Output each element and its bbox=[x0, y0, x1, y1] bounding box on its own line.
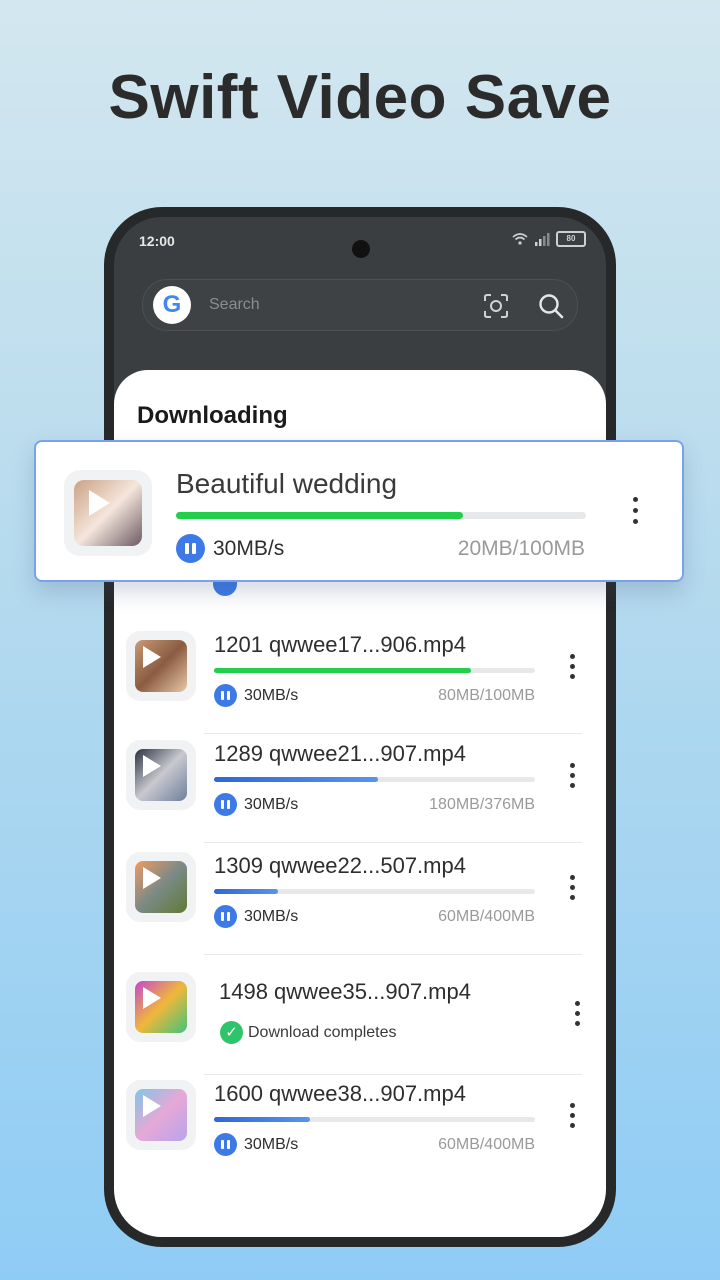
more-options-icon[interactable] bbox=[570, 763, 576, 789]
progress-bar bbox=[214, 668, 535, 673]
file-name: 1498 qwwee35...907.mp4 bbox=[219, 979, 471, 1004]
download-speed: 30MB/s bbox=[244, 908, 299, 925]
signal-icon bbox=[535, 233, 550, 246]
play-icon bbox=[143, 646, 161, 668]
progress-fill bbox=[176, 512, 463, 519]
status-bar: 12:00 80 bbox=[114, 217, 606, 265]
progress-fill bbox=[214, 777, 378, 782]
wifi-icon bbox=[512, 233, 528, 245]
play-icon bbox=[143, 755, 161, 777]
featured-download-card[interactable]: Beautiful wedding 30MB/s 20MB/100MB bbox=[34, 440, 684, 582]
sheet-title: Downloading bbox=[137, 402, 288, 429]
download-status: Download completes bbox=[248, 1024, 397, 1041]
more-options-icon[interactable] bbox=[570, 654, 576, 680]
video-thumbnail[interactable] bbox=[126, 740, 196, 810]
front-camera bbox=[352, 240, 370, 258]
progress-bar bbox=[214, 777, 535, 782]
progress-fill bbox=[214, 668, 471, 673]
status-icons: 80 bbox=[512, 231, 586, 247]
download-size: 180MB/376MB bbox=[429, 796, 535, 813]
video-thumbnail[interactable] bbox=[126, 852, 196, 922]
check-icon: ✓ bbox=[220, 1021, 243, 1044]
search-input[interactable]: Search bbox=[209, 296, 260, 314]
download-size: 60MB/400MB bbox=[438, 1136, 535, 1153]
file-name: 1309 qwwee22...507.mp4 bbox=[214, 853, 466, 878]
download-row[interactable]: 1309 qwwee22...507.mp4 30MB/s 60MB/400MB bbox=[114, 847, 606, 955]
pause-icon[interactable] bbox=[213, 580, 237, 596]
pause-icon[interactable] bbox=[214, 1133, 237, 1156]
download-row[interactable]: 1289 qwwee21...907.mp4 30MB/s 180MB/376MB bbox=[114, 735, 606, 843]
video-thumbnail[interactable] bbox=[126, 1080, 196, 1150]
video-title: Beautiful wedding bbox=[176, 468, 398, 499]
status-time: 12:00 bbox=[139, 233, 175, 249]
file-name: 1600 qwwee38...907.mp4 bbox=[214, 1081, 466, 1106]
download-row[interactable]: 1498 qwwee35...907.mp4 ✓ Download complete… bbox=[114, 967, 606, 1075]
more-options-icon[interactable] bbox=[575, 1001, 581, 1027]
divider bbox=[204, 733, 582, 734]
lens-icon[interactable] bbox=[483, 293, 509, 319]
download-speed: 30MB/s bbox=[244, 796, 299, 813]
download-size: 60MB/400MB bbox=[438, 908, 535, 925]
download-row[interactable]: 1600 qwwee38...907.mp4 30MB/s 60MB/400MB bbox=[114, 1075, 606, 1183]
play-icon bbox=[89, 490, 110, 516]
play-icon bbox=[143, 1095, 161, 1117]
more-options-icon[interactable] bbox=[570, 875, 576, 901]
progress-bar bbox=[176, 512, 586, 519]
progress-bar bbox=[214, 889, 535, 894]
pause-icon[interactable] bbox=[214, 905, 237, 928]
video-thumbnail[interactable] bbox=[126, 631, 196, 701]
pause-icon[interactable] bbox=[214, 793, 237, 816]
google-logo: G bbox=[153, 286, 191, 324]
search-icon[interactable] bbox=[537, 292, 565, 320]
file-name: 1289 qwwee21...907.mp4 bbox=[214, 741, 466, 766]
divider bbox=[204, 954, 582, 955]
download-speed: 30MB/s bbox=[213, 537, 285, 560]
download-size: 80MB/100MB bbox=[438, 687, 535, 704]
phone-screen: 12:00 80 G Search Downloading 1201 qwwee… bbox=[114, 217, 606, 1237]
video-thumbnail[interactable] bbox=[64, 470, 152, 556]
play-icon bbox=[143, 987, 161, 1009]
progress-bar bbox=[214, 1117, 535, 1122]
progress-fill bbox=[214, 889, 279, 894]
more-options-icon[interactable] bbox=[570, 1103, 576, 1129]
play-icon bbox=[143, 867, 161, 889]
more-options-icon[interactable] bbox=[633, 497, 639, 524]
download-speed: 30MB/s bbox=[244, 1136, 299, 1153]
pause-icon[interactable] bbox=[214, 684, 237, 707]
progress-fill bbox=[214, 1117, 311, 1122]
search-bar[interactable]: G Search bbox=[142, 279, 578, 331]
battery-icon: 80 bbox=[556, 231, 586, 247]
divider bbox=[204, 842, 582, 843]
download-speed: 30MB/s bbox=[244, 687, 299, 704]
headline: Swift Video Save bbox=[108, 63, 612, 132]
download-row[interactable]: 1201 qwwee17...906.mp4 30MB/s 80MB/100MB bbox=[114, 626, 606, 734]
file-name: 1201 qwwee17...906.mp4 bbox=[214, 632, 466, 657]
pause-icon[interactable] bbox=[176, 534, 205, 563]
video-thumbnail[interactable] bbox=[126, 972, 196, 1042]
download-size: 20MB/100MB bbox=[457, 537, 585, 560]
